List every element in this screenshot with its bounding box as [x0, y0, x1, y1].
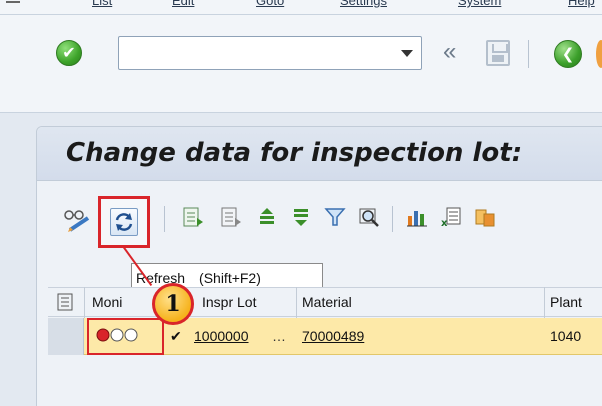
dropdown-arrow-icon[interactable] [401, 50, 413, 57]
inspection-lot-link[interactable]: 1000000 [194, 318, 249, 355]
excel-export-icon[interactable]: x [440, 206, 462, 228]
tooltip-shortcut: (Shift+F2) [199, 270, 261, 286]
collapse-icon[interactable]: « [443, 38, 456, 66]
menu-goto[interactable]: Goto [256, 0, 284, 8]
filter-icon[interactable] [324, 206, 346, 228]
toolbar-separator [528, 40, 529, 68]
exit-icon[interactable] [596, 40, 602, 68]
details-next-icon[interactable] [220, 206, 242, 228]
menu-list[interactable]: List [92, 0, 112, 8]
monitor-cell[interactable] [87, 318, 164, 355]
refresh-icon [115, 213, 133, 231]
menu-edit[interactable]: Edit [172, 0, 194, 8]
refresh-button[interactable] [98, 196, 150, 248]
menu-settings[interactable]: Settings [340, 0, 387, 8]
row-selector[interactable] [48, 318, 84, 355]
find-icon[interactable] [358, 206, 380, 228]
step-callout: 1 [152, 283, 194, 325]
toolbar-separator [164, 206, 165, 232]
plant-value: 1040 [550, 328, 582, 344]
column-header-material[interactable]: Material [302, 287, 352, 317]
material-link[interactable]: 70000489 [302, 318, 364, 355]
details-icon[interactable] [182, 206, 204, 228]
select-all-icon[interactable] [48, 288, 84, 316]
menu-help[interactable]: Help [568, 0, 595, 8]
svg-text:x: x [441, 218, 448, 228]
chart-icon[interactable] [406, 206, 428, 228]
enter-button[interactable]: ✔ [56, 40, 82, 66]
menu-system[interactable]: System [458, 0, 501, 8]
command-field[interactable] [118, 36, 422, 70]
refresh-icon-frame [110, 208, 138, 236]
column-header-inspection-lot[interactable]: Inspr Lot [202, 287, 256, 317]
sort-ascending-icon[interactable] [256, 206, 278, 228]
table-empty-area [48, 356, 602, 396]
traffic-light-red-icon [96, 328, 138, 342]
save-icon[interactable] [486, 40, 510, 66]
back-icon[interactable]: ❮ [554, 40, 582, 68]
layout-icon[interactable] [474, 206, 496, 228]
menu-dash [6, 1, 20, 3]
display-change-icon[interactable] [62, 208, 92, 234]
column-header-monitor[interactable]: Moni [92, 287, 122, 317]
menu-bar: List Edit Goto Settings System Help [0, 0, 602, 14]
toolbar-separator [392, 206, 393, 232]
page-title: Change data for inspection lot: [66, 138, 523, 168]
truncation-ellipsis: … [272, 328, 286, 344]
column-header-plant[interactable]: Plant [550, 287, 582, 317]
sort-descending-icon[interactable] [290, 206, 312, 228]
